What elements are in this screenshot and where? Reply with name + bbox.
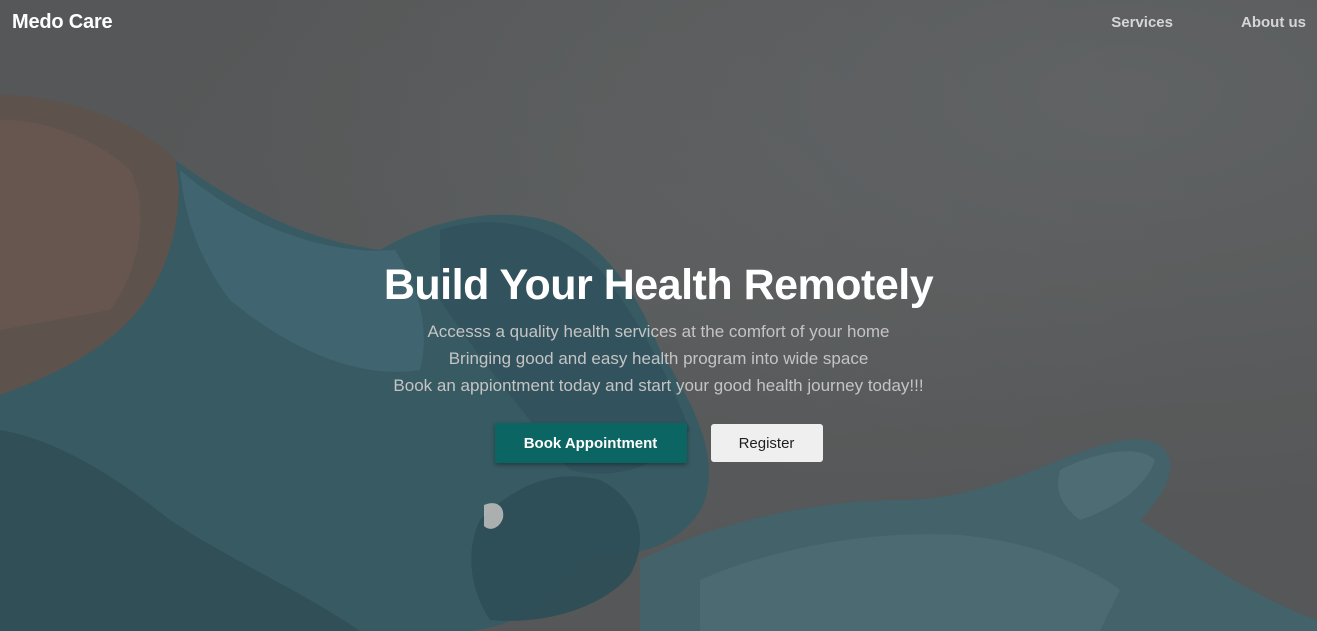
nav-links: Services About us <box>1111 14 1306 31</box>
book-appointment-button[interactable]: Book Appointment <box>494 423 687 463</box>
hero-title: Build Your Health Remotely <box>383 261 934 309</box>
hero-subtitle: Accesss a quality health services at the… <box>0 318 1317 399</box>
nav-link-about-us[interactable]: About us <box>1241 14 1306 31</box>
register-button[interactable]: Register <box>710 424 823 462</box>
hero-subtitle-line-1: Accesss a quality health services at the… <box>427 322 890 341</box>
nav-link-services[interactable]: Services <box>1111 14 1173 31</box>
hero-section: Medo Care Services About us Build Your H… <box>0 0 1317 631</box>
hero-content: Build Your Health Remotely Accesss a qua… <box>0 258 1317 463</box>
hero-subtitle-line-2: Bringing good and easy health program in… <box>448 349 869 368</box>
brand-logo-text[interactable]: Medo Care <box>12 11 113 34</box>
hero-subtitle-line-3: Book an appiontment today and start your… <box>393 376 924 395</box>
hero-actions: Book Appointment Register <box>0 423 1317 463</box>
top-navbar: Medo Care Services About us <box>0 0 1317 44</box>
